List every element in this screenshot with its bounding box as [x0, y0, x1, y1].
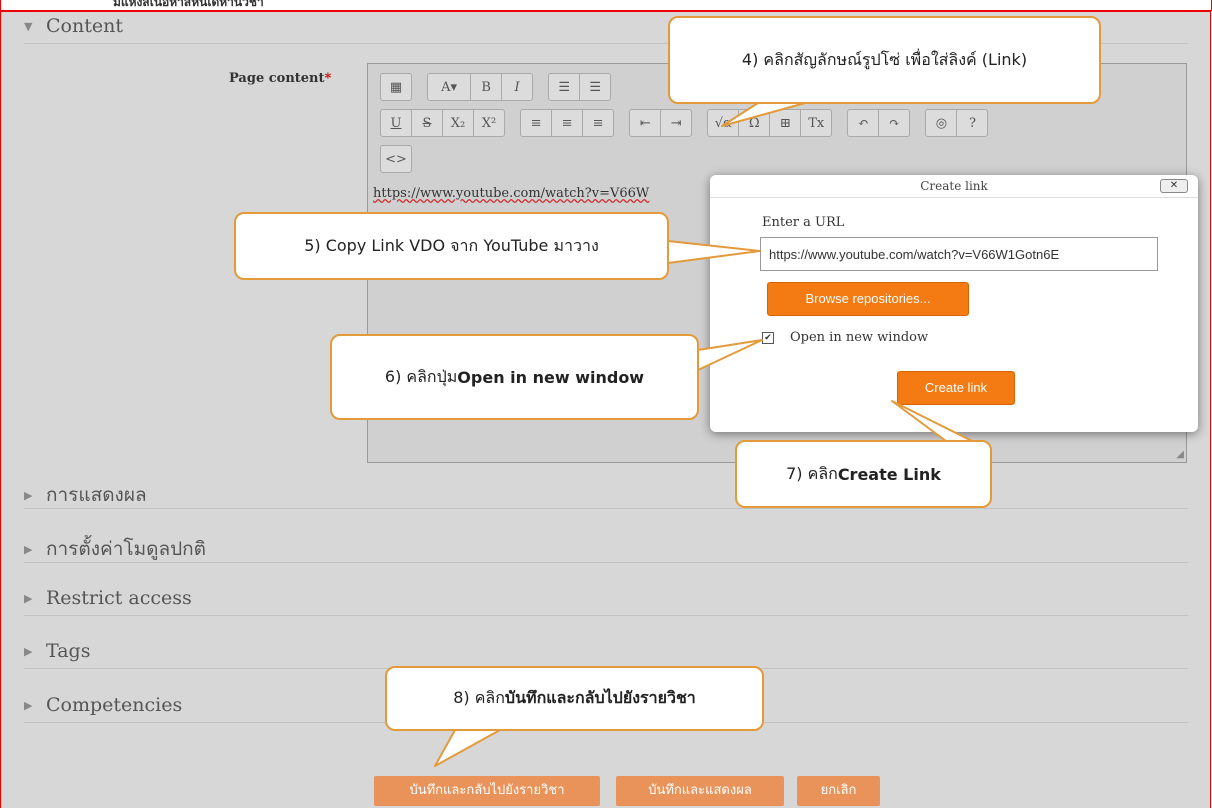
callout-step-4: 4) คลิกสัญลักษณ์รูปโซ่ เพื่อใส่ลิงค์ (Li… — [668, 16, 1101, 104]
callout-step-6: 6) คลิกปุ่ม Open in new window — [330, 334, 699, 420]
callout-6-prefix: 6) คลิกปุ่ม — [384, 366, 458, 386]
callout-step-7: 7) คลิก Create Link — [735, 440, 992, 508]
callout-4-text: 4) คลิกสัญลักษณ์รูปโซ่ เพื่อใส่ลิงค์ (Li… — [741, 49, 1028, 69]
callout-5-tail — [667, 240, 761, 264]
callout-5-text: 5) Copy Link VDO จาก YouTube มาวาง — [304, 235, 599, 255]
callout-8-prefix: 8) คลิก — [453, 688, 505, 707]
callout-6-bold: Open in new window — [457, 367, 645, 387]
callout-7-prefix: 7) คลิก — [786, 463, 838, 483]
callout-6-tail — [697, 339, 763, 371]
callout-8-bold: บันทึกและกลับไปยังรายวิชา — [504, 688, 696, 707]
callout-4-tail — [721, 102, 806, 127]
callout-step-5: 5) Copy Link VDO จาก YouTube มาวาง — [234, 212, 669, 280]
callout-7-tail — [891, 400, 973, 442]
callout-7-bold: Create Link — [837, 464, 941, 484]
callout-step-8: 8) คลิก บันทึกและกลับไปยังรายวิชา — [385, 666, 764, 731]
callout-8-tail — [434, 729, 501, 767]
